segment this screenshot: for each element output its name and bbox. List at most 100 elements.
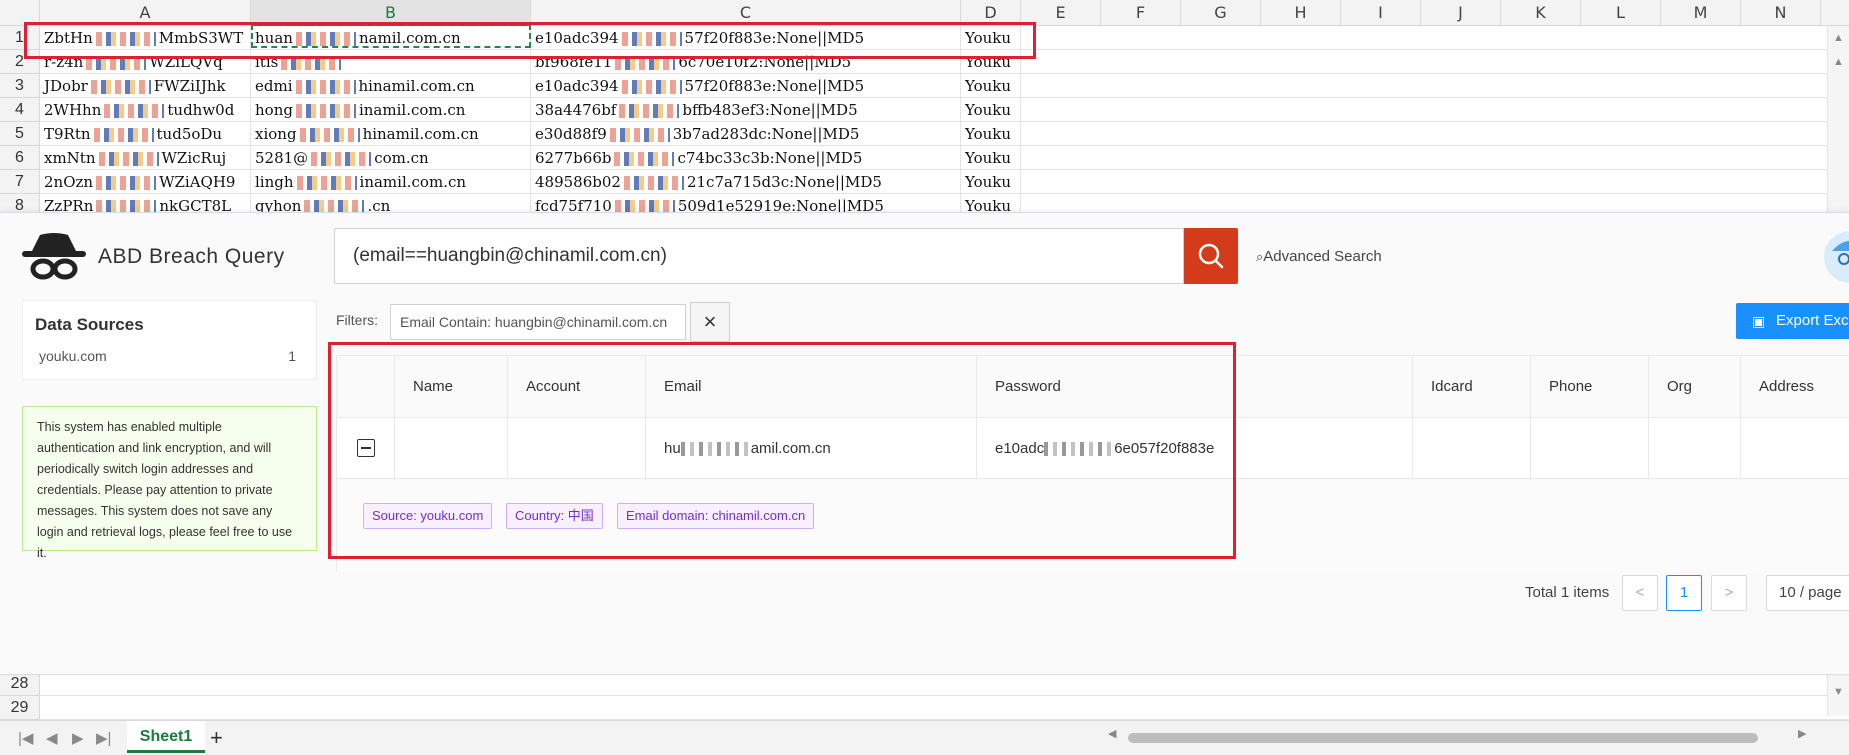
cell-c[interactable]: e30d88f9 3b7ad283dc:None||MD5 [531,122,961,146]
cell-a[interactable]: 2WHhn tudhw0d [40,98,251,122]
data-source-item[interactable]: youku.com [39,348,107,364]
column-m-header[interactable]: M [1661,0,1741,26]
cell-b-end: inamil.com.cn [358,101,466,119]
redaction-mask [93,128,154,142]
column-k-header[interactable]: K [1501,0,1581,26]
cell-a-end: WZicRuj [161,149,227,167]
clear-filter-button[interactable]: × [690,302,730,342]
search-input[interactable] [335,229,1183,283]
row-number[interactable]: 5 [0,122,40,146]
scroll-arrow-icon[interactable]: ▲ [1833,56,1844,68]
row-number[interactable]: 7 [0,170,40,194]
first-sheet-icon[interactable]: |◀ [18,729,33,747]
scroll-thumb[interactable] [1128,733,1758,743]
cell-idcard [1413,418,1531,479]
cell-b-start: 5281@ [255,149,309,167]
table-row: 2WHhn tudhw0d hong inamil.com.cn 38a4476bf… [40,98,1849,122]
column-i-header[interactable]: I [1341,0,1421,26]
row-number[interactable]: 3 [0,74,40,98]
cell-c-start: 6277b66b [535,149,612,167]
row-number[interactable]: 29 [0,696,40,720]
collapse-row-icon[interactable] [357,439,375,457]
next-page-button[interactable]: > [1711,575,1747,611]
cell-b[interactable]: edmi hinamil.com.cn [251,74,531,98]
add-sheet-button[interactable]: + [210,725,223,751]
close-icon: × [703,309,717,334]
redaction-mask [295,80,356,94]
cell-d[interactable]: Youku [961,122,1021,146]
search-icon [1198,243,1224,269]
sheet-tab-bar: |◀ ◀ ▶ ▶| Sheet1 + ◀ ▶ [0,720,1849,755]
cell-b[interactable]: xiong hinamil.com.cn [251,122,531,146]
email-domain-tag: Email domain: chinamil.com.cn [617,503,815,529]
column-header-idcard[interactable]: Idcard [1413,356,1531,418]
column-header-account[interactable]: Account [508,356,646,418]
redaction-mask [614,152,675,166]
page-1-button[interactable]: 1 [1666,575,1702,611]
column-header-password[interactable]: Password [977,356,1413,418]
cell-c-start: e10adc394 [535,77,619,95]
user-avatar-icon[interactable] [1820,229,1849,285]
scroll-down-icon[interactable]: ▼ [1833,686,1844,698]
cell-a[interactable]: JDobr FWZiIJhk [40,74,251,98]
cell-c-end: 57f20f883e:None||MD5 [684,77,865,95]
export-excel-button[interactable]: ▣ Export Exc [1736,303,1849,339]
table-row: T9Rtn tud5oDu xiong hinamil.com.cn e30d88f… [40,122,1849,146]
column-header-org[interactable]: Org [1649,356,1741,418]
redaction-mask [609,128,670,142]
cell-a-end: FWZiIJhk [153,77,226,95]
column-header-name[interactable]: Name [395,356,508,418]
prev-page-button[interactable]: < [1622,575,1658,611]
column-l-header[interactable]: L [1581,0,1661,26]
search-box[interactable] [334,228,1184,284]
cell-name [395,418,508,479]
scroll-left-icon[interactable]: ◀ [1108,727,1116,740]
page-size-select[interactable]: 10 / page [1766,575,1849,611]
column-g-header[interactable]: G [1181,0,1261,26]
row-number[interactable]: 28 [0,672,40,696]
redaction-mask [299,128,360,142]
cell-d[interactable]: Youku [961,98,1021,122]
column-f-header[interactable]: F [1101,0,1181,26]
redaction-mask [104,104,165,118]
cell-c[interactable]: 489586b02 21c7a715d3c:None||MD5 [531,170,961,194]
scroll-right-icon[interactable]: ▶ [1798,727,1806,740]
cell-b-start: edmi [255,77,293,95]
redaction-mask [98,152,159,166]
sheet-tab-sheet1[interactable]: Sheet1 [127,721,205,753]
cell-b[interactable]: 5281@ com.cn [251,146,531,170]
password-end: 6e057f20f883e [1114,440,1215,457]
cell-c[interactable]: 6277b66b c74bc33c3b:None||MD5 [531,146,961,170]
advanced-search-link[interactable]: ⌕Advanced Search [1256,248,1382,265]
cell-b[interactable]: lingh inamil.com.cn [251,170,531,194]
cell-d[interactable]: Youku [961,170,1021,194]
column-j-header[interactable]: J [1421,0,1501,26]
cell-b[interactable]: hong inamil.com.cn [251,98,531,122]
prev-sheet-icon[interactable]: ◀ [46,729,58,747]
country-tag: Country: 中国 [506,503,603,529]
cell-a[interactable]: 2nOzn WZiAQH9 [40,170,251,194]
cell-c[interactable]: 38a4476bf bffb483ef3:None||MD5 [531,98,961,122]
horizontal-scrollbar[interactable]: ◀ ▶ [1108,727,1808,745]
redaction-mask [96,176,157,190]
cell-d[interactable]: Youku [961,146,1021,170]
cell-a[interactable]: T9Rtn tud5oDu [40,122,251,146]
cell-b-start: hong [255,101,293,119]
next-sheet-icon[interactable]: ▶ [72,729,84,747]
spy-logo-icon [22,233,86,280]
search-button[interactable] [1184,228,1238,284]
column-header-email[interactable]: Email [646,356,977,418]
cell-a[interactable]: xmNtn WZicRuj [40,146,251,170]
scroll-up-icon[interactable]: ▲ [1833,32,1844,44]
column-header-phone[interactable]: Phone [1531,356,1649,418]
column-n-header[interactable]: N [1741,0,1821,26]
row-number[interactable]: 4 [0,98,40,122]
cell-a-end: tud5oDu [156,125,223,143]
row-number[interactable]: 6 [0,146,40,170]
column-header-address[interactable]: Address [1741,356,1849,418]
column-h-header[interactable]: H [1261,0,1341,26]
cell-d[interactable]: Youku [961,74,1021,98]
cell-c[interactable]: e10adc394 57f20f883e:None||MD5 [531,74,961,98]
cell-b-start: lingh [255,173,294,191]
last-sheet-icon[interactable]: ▶| [96,729,111,747]
